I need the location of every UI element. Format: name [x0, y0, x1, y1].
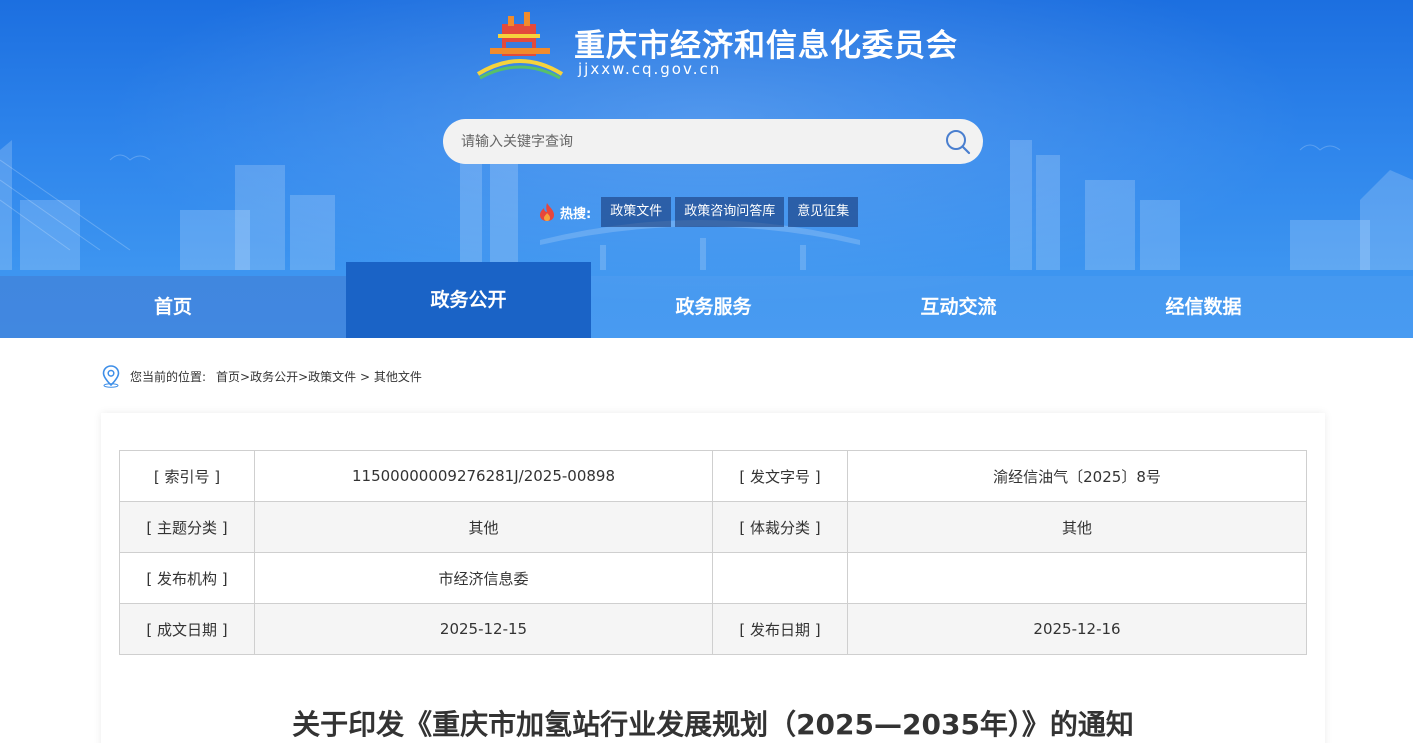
meta-value: 其他 — [847, 501, 1307, 553]
nav-item-interaction[interactable]: 互动交流 — [836, 276, 1081, 338]
meta-key: [ 发文字号 ] — [712, 450, 848, 502]
table-row: [ 发布机构 ] 市经济信息委 — [119, 552, 1307, 604]
meta-key: [ 索引号 ] — [119, 450, 255, 502]
table-row: [ 成文日期 ] 2025-12-15 [ 发布日期 ] 2025-12-16 — [119, 603, 1307, 655]
main-nav: 首页 政务公开 政务服务 互动交流 经信数据 — [0, 262, 1413, 338]
meta-key — [712, 552, 848, 604]
site-logo[interactable]: 重庆市经济和信息化委员会 jjxxw.cq.gov.cn — [474, 8, 957, 82]
site-domain: jjxxw.cq.gov.cn — [578, 60, 722, 78]
hot-tag-opinion-solicitation[interactable]: 意见征集 — [788, 197, 859, 227]
logo-emblem-icon — [476, 12, 564, 80]
document-card: [ 索引号 ] 11500000009276281J/2025-00898 [ … — [101, 413, 1325, 743]
search-icon[interactable] — [943, 127, 973, 157]
nav-item-economy-data[interactable]: 经信数据 — [1081, 276, 1326, 338]
nav-item-government-services[interactable]: 政务服务 — [591, 276, 836, 338]
hot-search: 热搜: 政策文件 政策咨询问答库 意见征集 — [538, 197, 862, 227]
meta-key: [ 体裁分类 ] — [712, 501, 848, 553]
search-input[interactable] — [461, 119, 931, 164]
page: 重庆市经济和信息化委员会 jjxxw.cq.gov.cn 热搜: 政策文件 政策… — [0, 0, 1413, 743]
flame-icon — [540, 203, 554, 221]
header-banner: 重庆市经济和信息化委员会 jjxxw.cq.gov.cn 热搜: 政策文件 政策… — [0, 0, 1413, 338]
site-title: 重庆市经济和信息化委员会 — [574, 28, 958, 64]
meta-key: [ 成文日期 ] — [119, 603, 255, 655]
meta-value: 市经济信息委 — [254, 552, 713, 604]
meta-value — [847, 552, 1307, 604]
meta-value: 2025-12-15 — [254, 603, 713, 655]
meta-key: [ 发布机构 ] — [119, 552, 255, 604]
breadcrumb-path[interactable]: 首页>政务公开>政策文件 > 其他文件 — [216, 368, 422, 385]
breadcrumb-label: 您当前的位置: — [130, 369, 207, 384]
meta-key: [ 发布日期 ] — [712, 603, 848, 655]
hot-tag-policy-files[interactable]: 政策文件 — [601, 197, 672, 227]
location-pin-icon — [102, 365, 120, 388]
meta-value: 其他 — [254, 501, 713, 553]
meta-key: [ 主题分类 ] — [119, 501, 255, 553]
document-title: 关于印发《重庆市加氢站行业发展规划（2025—2035年）》的通知 — [292, 708, 1134, 741]
table-row: [ 主题分类 ] 其他 [ 体裁分类 ] 其他 — [119, 501, 1307, 553]
hot-tag-policy-qa[interactable]: 政策咨询问答库 — [675, 197, 785, 227]
nav-item-government-affairs-open[interactable]: 政务公开 — [346, 262, 591, 338]
search-bar — [443, 119, 983, 164]
document-meta-table: [ 索引号 ] 11500000009276281J/2025-00898 [ … — [119, 450, 1307, 655]
meta-value: 渝经信油气〔2025〕8号 — [847, 450, 1307, 502]
hot-search-label: 热搜: — [560, 206, 592, 222]
nav-item-home[interactable]: 首页 — [0, 276, 346, 338]
meta-value: 2025-12-16 — [847, 603, 1307, 655]
breadcrumb: 您当前的位置: 首页>政务公开>政策文件 > 其他文件 — [100, 364, 422, 388]
table-row: [ 索引号 ] 11500000009276281J/2025-00898 [ … — [119, 450, 1307, 502]
meta-value: 11500000009276281J/2025-00898 — [254, 450, 713, 502]
